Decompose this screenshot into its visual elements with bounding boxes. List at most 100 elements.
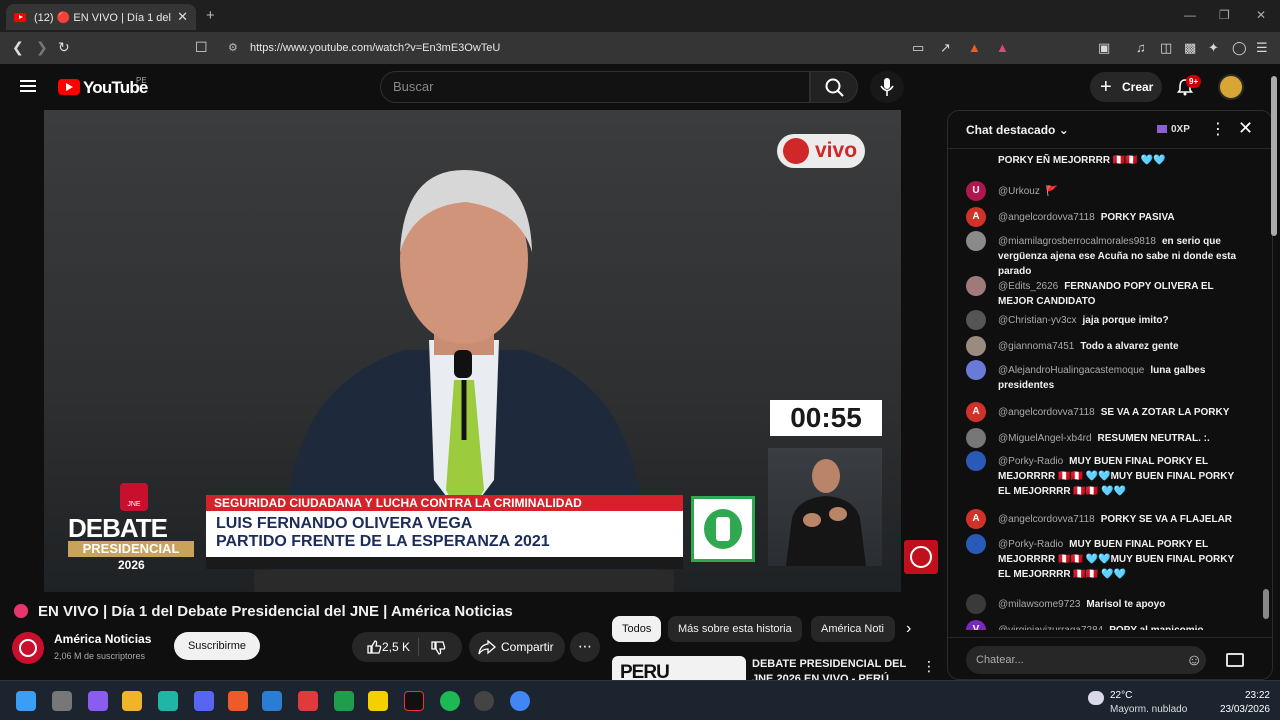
chat-author-name[interactable]: @angelcordovva7118 bbox=[998, 407, 1095, 418]
chat-author-name[interactable]: @MiguelAngel-xb4rd bbox=[998, 433, 1092, 444]
media-icon[interactable]: ♫ bbox=[1136, 40, 1146, 55]
bookmark-icon[interactable]: ☐ bbox=[195, 39, 208, 56]
discord-icon[interactable] bbox=[194, 691, 214, 711]
chat-author-name[interactable]: @giannoma7451 bbox=[998, 341, 1074, 352]
reload-icon[interactable]: ↻ bbox=[58, 39, 70, 56]
guide-menu-icon[interactable] bbox=[20, 80, 36, 92]
user-avatar[interactable] bbox=[1218, 74, 1244, 100]
chat-author-avatar[interactable] bbox=[966, 534, 986, 554]
app-icon-red[interactable] bbox=[298, 691, 318, 711]
search-button[interactable] bbox=[810, 71, 858, 103]
chat-author-avatar[interactable]: A bbox=[966, 207, 986, 227]
task-view-icon[interactable] bbox=[52, 691, 72, 711]
chat-options-icon[interactable]: ⋮ bbox=[1210, 119, 1226, 139]
chat-points[interactable]: 0XP bbox=[1171, 124, 1190, 135]
chat-author-avatar[interactable]: U bbox=[966, 181, 986, 201]
chat-author-name[interactable]: @virginiavizurraga7284 bbox=[998, 625, 1103, 630]
like-button[interactable]: 2,5 K bbox=[360, 632, 416, 662]
chat-author-avatar[interactable] bbox=[966, 451, 986, 471]
channel-avatar[interactable] bbox=[12, 632, 44, 664]
chat-author-avatar[interactable]: A bbox=[966, 402, 986, 422]
chat-author-name[interactable]: @AlejandroHualingacastemoque bbox=[998, 365, 1144, 376]
close-window-button[interactable]: ✕ bbox=[1256, 8, 1266, 22]
chip-mas-sobre-esta-historia[interactable]: Más sobre esta historia bbox=[668, 616, 802, 642]
close-tab-icon[interactable]: ✕ bbox=[177, 9, 188, 25]
close-chat-icon[interactable]: ✕ bbox=[1238, 118, 1253, 139]
chat-author-avatar[interactable] bbox=[966, 336, 986, 356]
super-chat-icon[interactable] bbox=[1226, 653, 1244, 667]
chat-message-body: @angelcordovva7118 PORKY PASIVA bbox=[998, 210, 1238, 225]
app-icon-gray[interactable] bbox=[474, 691, 494, 711]
back-icon[interactable]: ❮ bbox=[12, 39, 24, 56]
chat-author-avatar[interactable]: A bbox=[966, 509, 986, 529]
chrome-icon[interactable] bbox=[510, 691, 530, 711]
wallet-icon[interactable]: ▩ bbox=[1184, 40, 1196, 56]
page-scrollbar[interactable] bbox=[1268, 64, 1280, 680]
url-field[interactable]: ⚙ https://www.youtube.com/watch?v=En3mE3… bbox=[220, 36, 1020, 60]
new-tab-button[interactable]: + bbox=[206, 7, 215, 24]
create-label: Crear bbox=[1122, 80, 1154, 94]
system-clock[interactable]: 23:22 23/03/2026 bbox=[1210, 689, 1270, 717]
chat-mode-dropdown[interactable]: Chat destacado ⌄ bbox=[966, 123, 1069, 137]
voice-search-button[interactable] bbox=[870, 71, 904, 103]
tab-title: (12) 🔴 EN VIVO | Día 1 del Deb bbox=[34, 11, 171, 24]
rewards-icon[interactable]: ▲ bbox=[996, 40, 1009, 55]
chat-author-avatar[interactable] bbox=[966, 231, 986, 251]
minimize-button[interactable]: — bbox=[1184, 8, 1196, 22]
channel-name[interactable]: América Noticias bbox=[54, 632, 151, 646]
file-explorer-icon[interactable] bbox=[122, 691, 142, 711]
copilot-icon[interactable] bbox=[88, 691, 108, 711]
vpn-icon[interactable]: ◯ bbox=[1232, 40, 1247, 56]
video-player[interactable]: vivo 00:55 JNE DEBATE PRESIDENCIAL 2026 … bbox=[44, 110, 901, 592]
chat-author-avatar[interactable] bbox=[966, 594, 986, 614]
app-icon[interactable] bbox=[158, 691, 178, 711]
menu-icon[interactable]: ☰ bbox=[1256, 40, 1268, 56]
chat-author-avatar[interactable] bbox=[966, 276, 986, 296]
tiktok-icon[interactable] bbox=[404, 691, 424, 711]
debate-logo-line2: PRESIDENCIAL bbox=[68, 541, 194, 557]
chat-author-avatar[interactable]: V bbox=[966, 620, 986, 630]
chat-author-name[interactable]: @miamilagrosberrocalmorales9818 bbox=[998, 236, 1156, 247]
forward-icon[interactable]: ❯ bbox=[36, 39, 48, 56]
brave-shield-icon[interactable]: ▲ bbox=[968, 40, 981, 55]
chat-author-name[interactable]: @angelcordovva7118 bbox=[998, 514, 1095, 525]
brave-icon[interactable] bbox=[228, 691, 248, 711]
search-input[interactable]: Buscar bbox=[380, 71, 810, 103]
chat-author-name[interactable]: @Urkouz bbox=[998, 186, 1040, 197]
cast-icon[interactable]: ▭ bbox=[912, 40, 924, 56]
create-button[interactable]: + Crear bbox=[1090, 72, 1162, 102]
tab-search-icon[interactable]: ▣ bbox=[1098, 40, 1110, 56]
chat-author-name[interactable]: @Porky-Radio bbox=[998, 539, 1063, 550]
chat-author-avatar[interactable] bbox=[966, 428, 986, 448]
chat-author-name[interactable]: @milawsome9723 bbox=[998, 599, 1080, 610]
emoji-icon[interactable]: ☺ bbox=[1186, 652, 1202, 670]
recommended-more-icon[interactable]: ⋮ bbox=[922, 658, 936, 675]
chat-author-name[interactable]: @Porky-Radio bbox=[998, 456, 1063, 467]
notes-icon[interactable] bbox=[368, 691, 388, 711]
chat-author-name[interactable]: @Edits_2626 bbox=[998, 281, 1058, 292]
start-icon[interactable] bbox=[16, 691, 36, 711]
thumbs-down-icon[interactable] bbox=[430, 640, 446, 656]
excel-icon[interactable] bbox=[334, 691, 354, 711]
youtube-logo-icon[interactable] bbox=[58, 79, 80, 95]
leo-icon[interactable]: ✦ bbox=[1208, 40, 1219, 56]
chat-author-avatar[interactable] bbox=[966, 360, 986, 380]
page-scroll-thumb[interactable] bbox=[1271, 76, 1277, 236]
spotify-icon[interactable] bbox=[440, 691, 460, 711]
word-icon[interactable] bbox=[262, 691, 282, 711]
browser-tab[interactable]: (12) 🔴 EN VIVO | Día 1 del Deb ✕ bbox=[6, 4, 196, 30]
chat-author-name[interactable]: @angelcordovva7118 bbox=[998, 212, 1095, 223]
chevron-right-icon[interactable]: › bbox=[906, 620, 911, 638]
site-info-icon[interactable]: ⚙ bbox=[228, 36, 238, 60]
chip-america-noticias[interactable]: América Noti bbox=[811, 616, 895, 642]
share-button[interactable]: Compartir bbox=[469, 632, 565, 662]
maximize-button[interactable]: ❐ bbox=[1219, 8, 1230, 22]
chat-input[interactable]: Chatear... bbox=[966, 646, 1206, 674]
more-actions-button[interactable]: ⋯ bbox=[570, 632, 600, 662]
share-page-icon[interactable]: ↗ bbox=[940, 40, 951, 56]
chat-author-avatar[interactable] bbox=[966, 310, 986, 330]
chip-todos[interactable]: Todos bbox=[612, 616, 662, 642]
chat-author-name[interactable]: @Christian-yv3cx bbox=[998, 315, 1077, 326]
subscribe-button[interactable]: Suscribirme bbox=[174, 632, 260, 660]
sidebar-icon[interactable]: ◫ bbox=[1160, 40, 1172, 56]
